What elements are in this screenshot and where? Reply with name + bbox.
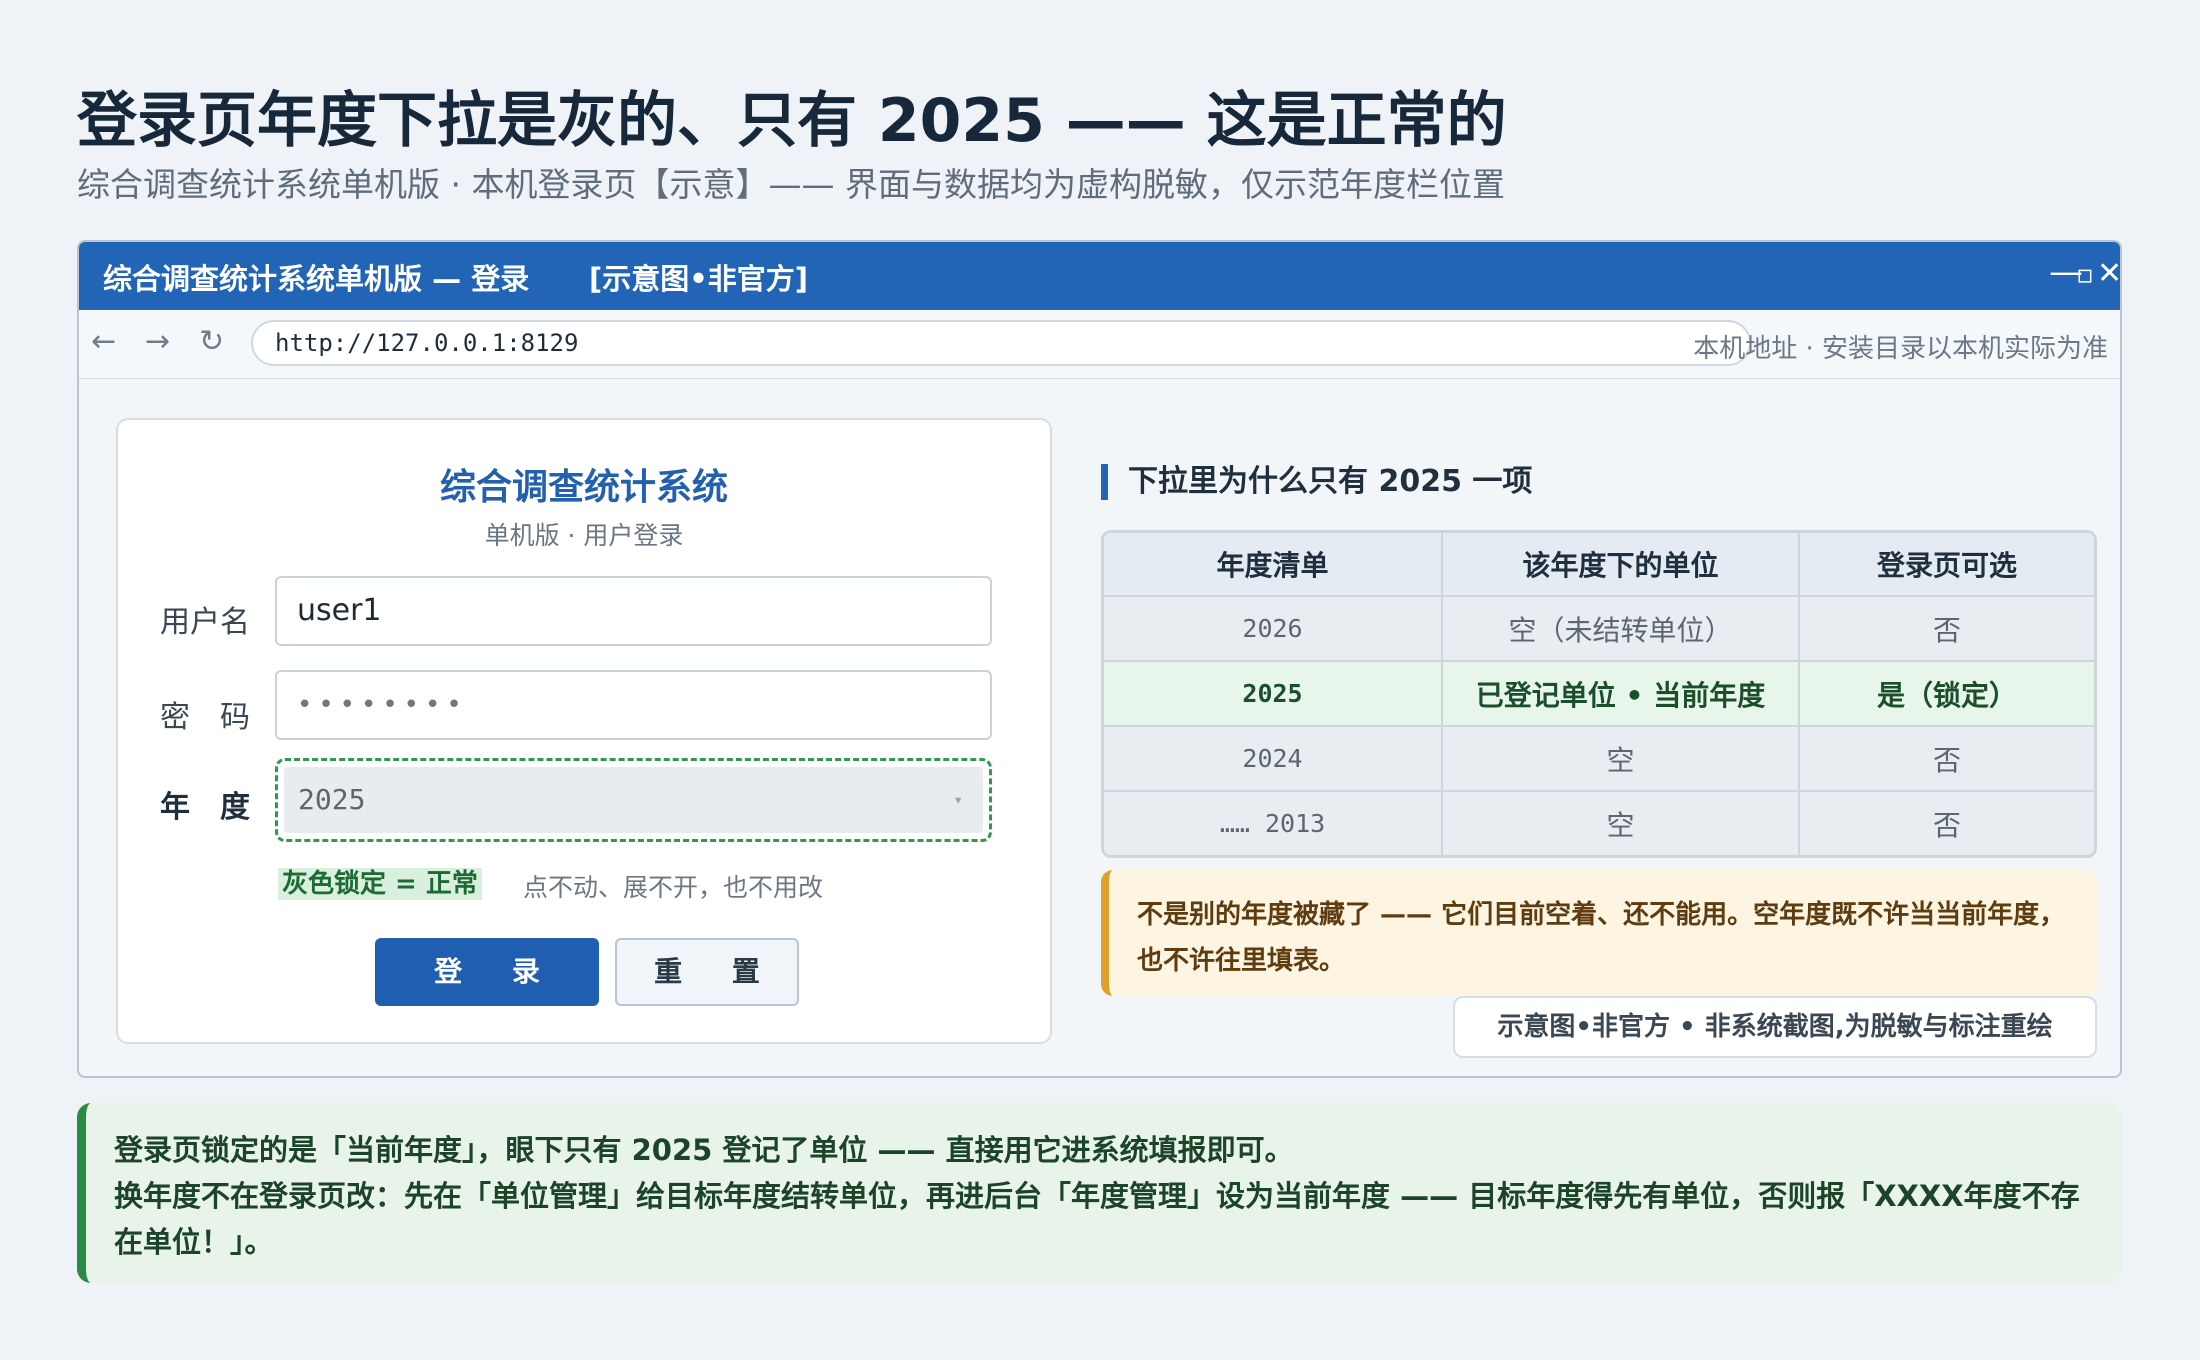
reset-button[interactable]: 重 置 [615,938,799,1006]
year-select-locked: 2025 ▾ [275,758,992,842]
units-cell: 已登记单位 • 当前年度 [1442,661,1800,727]
login-card: 综合调查统计系统 单机版 · 用户登录 用户名 user1 密 码 ••••••… [116,418,1052,1044]
page-title: 登录页年度下拉是灰的、只有 2025 —— 这是正常的 [77,86,1507,156]
login-app-subtitle: 单机版 · 用户登录 [484,521,684,550]
table-row-current: 2025 已登记单位 • 当前年度 是（锁定） [1104,661,2094,727]
url-input[interactable]: http://127.0.0.1:8129 [251,320,1751,366]
units-cell: 空 [1442,791,1800,855]
selectable-cell: 否 [1799,596,2094,662]
login-button[interactable]: 登 录 [375,938,599,1006]
units-cell: 空（未结转单位） [1442,596,1800,662]
year-table: 年度清单 该年度下的单位 登录页可选 2026 空（未结转单位） 否 2025 … [1101,530,2097,858]
selectable-cell: 是（锁定） [1799,661,2094,727]
forward-arrow-icon[interactable]: → [145,324,170,359]
footer-note: 登录页锁定的是「当前年度」，眼下只有 2025 登记了单位 —— 直接用它进系统… [77,1103,2122,1283]
year-cell: 2026 [1104,596,1443,662]
year-table-header: 年度清单 该年度下的单位 登录页可选 [1104,533,2094,597]
username-label: 用户名 [160,605,250,640]
address-bar: ← → ↻ http://127.0.0.1:8129 本机地址 · 安装目录以… [79,310,2120,379]
table-row: 2026 空（未结转单位） 否 [1104,596,2094,662]
window-tag: [示意图•非官方] [589,262,809,296]
selectable-cell: 否 [1799,791,2094,855]
login-app-name: 综合调查统计系统 [439,467,728,508]
window-title: 综合调查统计系统单机版 — 登录 [103,262,530,296]
password-field[interactable]: •••••••• [275,670,992,740]
back-arrow-icon[interactable]: ← [91,324,116,359]
footer-note-line-1: 登录页锁定的是「当前年度」，眼下只有 2025 登记了单位 —— 直接用它进系统… [114,1133,1294,1167]
column-header: 该年度下的单位 [1442,533,1800,597]
year-select-value: 2025 [298,783,366,816]
selectable-cell: 否 [1799,726,2094,792]
maximize-icon[interactable]: ▫ [2076,260,2094,290]
table-row: 2024 空 否 [1104,726,2094,792]
year-cell: …… 2013 [1104,791,1443,855]
app-window: 综合调查统计系统单机版 — 登录 [示意图•非官方] — ▫ ✕ ← → ↻ h… [77,240,2122,1078]
password-label: 密 码 [160,700,250,735]
close-icon[interactable]: ✕ [2097,256,2120,291]
page-subtitle: 综合调查统计系统单机版 · 本机登录页【示意】—— 界面与数据均为虚构脱敏，仅示… [77,165,1505,204]
column-header: 年度清单 [1104,533,1443,597]
explain-title: 下拉里为什么只有 2025 一项 [1101,464,1532,500]
chevron-down-icon: ▾ [953,790,963,809]
year-cell: 2024 [1104,726,1443,792]
reload-icon[interactable]: ↻ [199,324,224,359]
table-row: …… 2013 空 否 [1104,791,2094,855]
year-select-display: 2025 ▾ [284,767,983,833]
year-label: 年 度 [160,790,250,825]
column-header: 登录页可选 [1799,533,2094,597]
footer-note-line-2: 换年度不在登录页改：先在「单位管理」给目标年度结转单位，再进后台「年度管理」设为… [114,1179,2080,1259]
locked-note: 点不动、展不开，也不用改 [523,873,824,902]
disclaimer-badge: 示意图•非官方 • 非系统截图,为脱敏与标注重绘 [1453,996,2097,1058]
address-note: 本机地址 · 安装目录以本机实际为准 [1693,334,2108,364]
units-cell: 空 [1442,726,1800,792]
locked-normal-badge: 灰色锁定 = 正常 [278,868,482,900]
username-field[interactable]: user1 [275,576,992,646]
window-titlebar: 综合调查统计系统单机版 — 登录 [示意图•非官方] — ▫ ✕ [79,242,2120,310]
warning-callout: 不是别的年度被藏了 —— 它们目前空着、还不能用。空年度既不许当当前年度，也不许… [1101,870,2097,996]
year-cell: 2025 [1104,661,1443,727]
